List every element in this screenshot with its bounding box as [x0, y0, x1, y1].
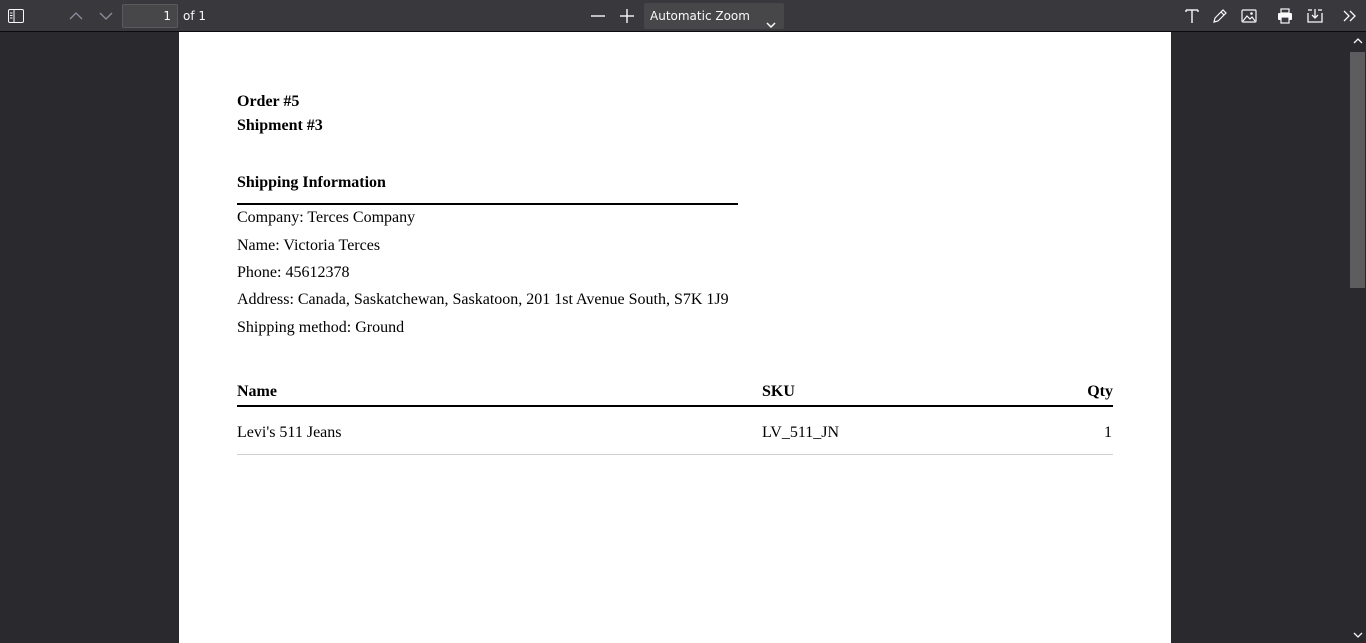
- address-line: Address: Canada, Saskatchewan, Saskatoon…: [237, 291, 729, 308]
- zoom-select-label: Automatic Zoom: [650, 9, 750, 23]
- scroll-down-icon[interactable]: [1349, 626, 1366, 643]
- table-header-divider: [237, 405, 1113, 407]
- table-header-name: Name: [237, 383, 277, 400]
- section-divider: [237, 203, 738, 205]
- table-row-divider: [237, 454, 1113, 455]
- shipping-method-line: Shipping method: Ground: [237, 319, 405, 336]
- previous-page-icon[interactable]: [64, 4, 88, 28]
- shipment-number: Shipment #3: [237, 117, 323, 134]
- zoom-out-icon[interactable]: [586, 4, 610, 28]
- zoom-in-icon[interactable]: [615, 4, 639, 28]
- next-page-icon[interactable]: [94, 4, 118, 28]
- pdf-page: Order #5 Shipment #3 Shipping Informatio…: [179, 32, 1171, 643]
- section-title: Shipping Information: [237, 174, 386, 191]
- table-header-qty: Qty: [1087, 383, 1113, 400]
- table-header-sku: SKU: [762, 383, 795, 400]
- table-cell-sku: LV_511_JN: [762, 424, 840, 441]
- table-cell-name: Levi's 511 Jeans: [237, 424, 342, 441]
- zoom-select[interactable]: Automatic Zoom: [644, 3, 784, 29]
- image-tool-icon[interactable]: [1237, 4, 1261, 28]
- vertical-scrollbar[interactable]: [1349, 32, 1366, 643]
- pdf-toolbar: of 1 Automatic Zoom: [0, 0, 1366, 32]
- scroll-up-icon[interactable]: [1349, 32, 1366, 49]
- more-tools-icon[interactable]: [1338, 4, 1362, 28]
- page-count: of 1: [183, 9, 207, 23]
- phone-line: Phone: 45612378: [237, 264, 350, 281]
- print-icon[interactable]: [1273, 4, 1297, 28]
- table-cell-qty: 1: [1104, 424, 1112, 441]
- document-viewer[interactable]: Order #5 Shipment #3 Shipping Informatio…: [0, 32, 1366, 643]
- scrollbar-thumb[interactable]: [1350, 52, 1365, 288]
- text-tool-icon[interactable]: [1180, 4, 1204, 28]
- company-line: Company: Terces Company: [237, 209, 416, 226]
- download-icon[interactable]: [1303, 4, 1327, 28]
- page-number-input[interactable]: [122, 4, 178, 28]
- draw-tool-icon[interactable]: [1208, 4, 1232, 28]
- order-number: Order #5: [237, 93, 300, 110]
- sidebar-toggle-icon[interactable]: [4, 4, 28, 28]
- name-line: Name: Victoria Terces: [237, 237, 381, 254]
